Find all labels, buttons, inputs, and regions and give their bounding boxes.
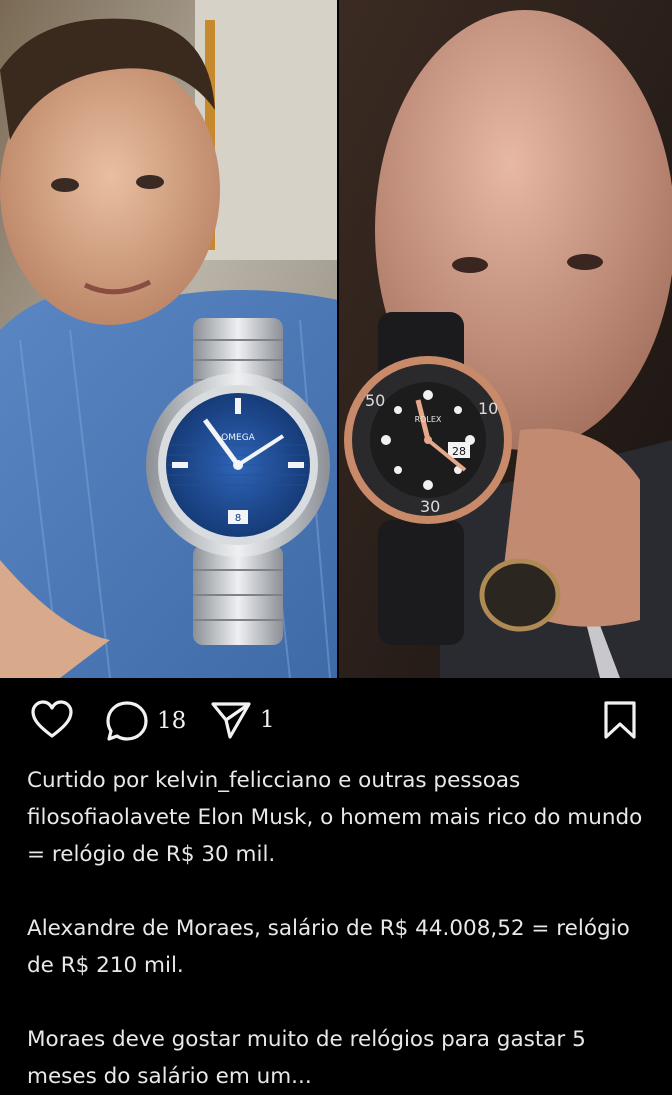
- post-actions-bar: 18 1: [0, 690, 672, 754]
- comment-icon: [106, 701, 148, 741]
- comment-count: 18: [157, 708, 187, 734]
- post-caption: Curtido por kelvin_felicciano e outras p…: [27, 762, 647, 1095]
- caption-paragraph-3[interactable]: Moraes deve gostar muito de relógios par…: [27, 1021, 647, 1095]
- caption-username[interactable]: filosofiaolavete: [27, 805, 191, 830]
- share-count: 1: [260, 707, 275, 733]
- omega-logo-text: OMEGA: [221, 433, 256, 443]
- caption-paragraph-2: Alexandre de Moraes, salário de R$ 44.00…: [27, 916, 630, 978]
- send-icon: [211, 702, 251, 739]
- heart-icon: [31, 700, 73, 738]
- bookmark-icon: [604, 701, 636, 739]
- omega-date-text: 8: [235, 513, 241, 524]
- caption-first-paragraph: filosofiaolavete Elon Musk, o homem mais…: [27, 799, 647, 873]
- bezel-number-30: 30: [420, 497, 440, 516]
- bezel-number-10: 10: [478, 399, 498, 418]
- post-image[interactable]: OMEGA 8 28 ROLEX 50 10 30: [0, 0, 672, 678]
- save-button[interactable]: [602, 700, 638, 740]
- comment-button[interactable]: 18: [105, 700, 186, 742]
- rolex-date-text: 28: [452, 445, 466, 458]
- like-button[interactable]: [30, 700, 74, 740]
- rolex-logo-text: ROLEX: [415, 415, 442, 424]
- bezel-number-50: 50: [365, 391, 385, 410]
- liked-by-text[interactable]: Curtido por kelvin_felicciano e outras p…: [27, 762, 647, 799]
- share-button[interactable]: 1: [210, 700, 275, 740]
